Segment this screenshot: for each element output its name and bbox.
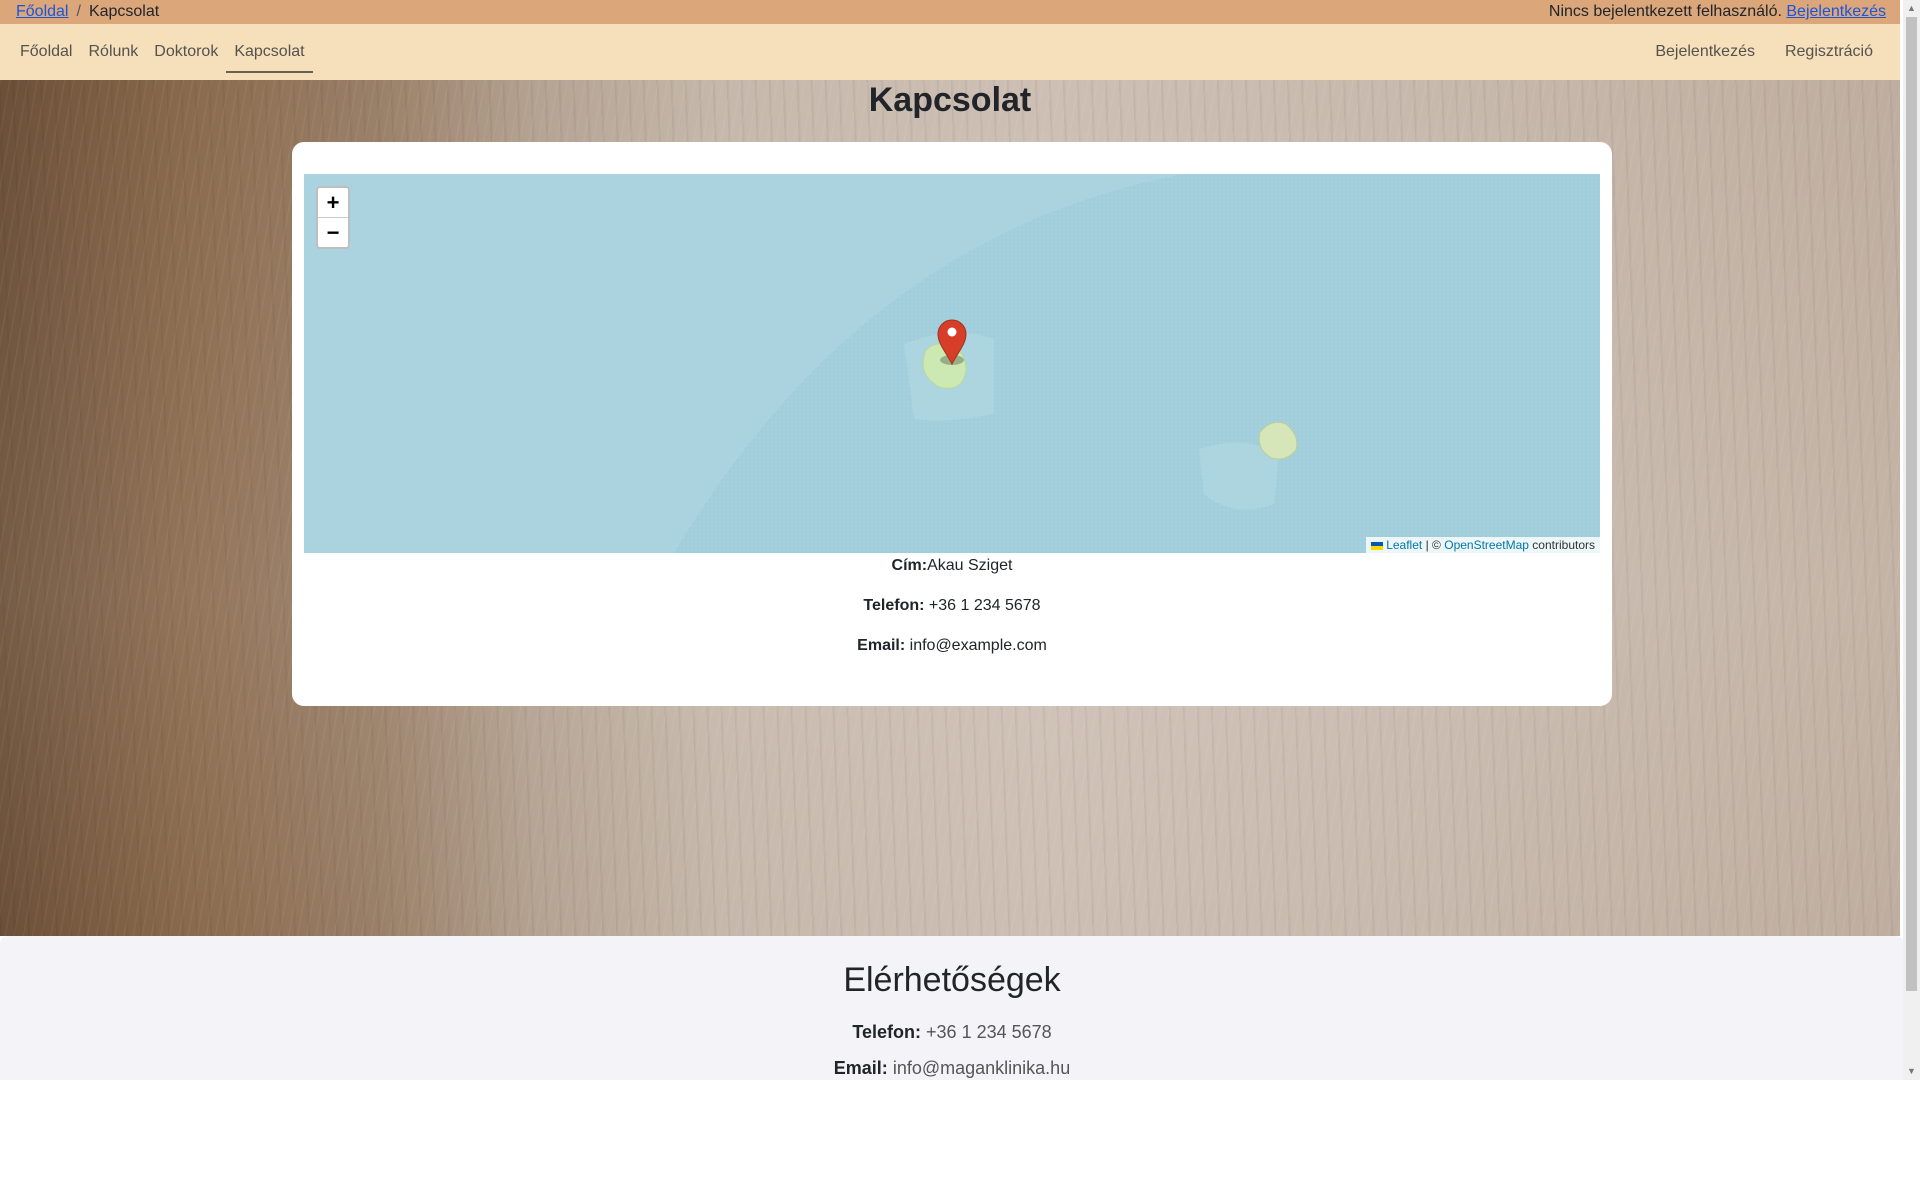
map-view[interactable]: + − Leaflet | © OpenStreetMap contributo… bbox=[304, 174, 1600, 553]
email-line: Email: info@example.com bbox=[292, 636, 1612, 656]
map-tiles bbox=[674, 174, 1600, 553]
scroll-down-arrow-icon[interactable]: ▼ bbox=[1903, 1063, 1920, 1080]
address-value: Akau Sziget bbox=[927, 557, 1013, 574]
user-status: Nincs bejelentkezett felhasználó. Bejele… bbox=[1549, 0, 1886, 24]
contact-card: + − Leaflet | © OpenStreetMap contributo… bbox=[292, 142, 1612, 706]
breadcrumb: Főoldal / Kapcsolat bbox=[16, 0, 159, 24]
address-line: Cím:Akau Sziget bbox=[292, 556, 1612, 576]
page-title: Kapcsolat bbox=[868, 81, 1032, 119]
footer-title: Elérhetőségek bbox=[843, 961, 1061, 999]
leaflet-link[interactable]: Leaflet bbox=[1386, 538, 1422, 552]
breadcrumb-home-link[interactable]: Főoldal bbox=[16, 3, 68, 20]
nav-login-button[interactable]: Bejelentkezés bbox=[1640, 24, 1770, 80]
nav-left: Főoldal Rólunk Doktorok Kapcsolat bbox=[12, 24, 313, 80]
footer-phone-line: Telefon: +36 1 234 5678 bbox=[0, 1020, 1904, 1044]
osm-link[interactable]: OpenStreetMap bbox=[1444, 538, 1529, 552]
top-login-link[interactable]: Bejelentkezés bbox=[1786, 3, 1886, 20]
attribution-separator: | bbox=[1425, 538, 1429, 552]
page-scrollbar[interactable]: ▲ ▼ bbox=[1903, 0, 1920, 1080]
top-bar: Főoldal / Kapcsolat Nincs bejelentkezett f… bbox=[0, 0, 1900, 24]
ukraine-flag-icon bbox=[1371, 541, 1384, 550]
attribution-contributors: contributors bbox=[1532, 538, 1595, 552]
nav-right: Bejelentkezés Regisztráció bbox=[1640, 24, 1888, 80]
nav-item-home[interactable]: Főoldal bbox=[12, 24, 80, 80]
address-label: Cím: bbox=[891, 557, 928, 574]
nav-item-contact[interactable]: Kapcsolat bbox=[226, 24, 313, 80]
phone-label: Telefon: bbox=[863, 597, 925, 614]
phone-line: Telefon: +36 1 234 5678 bbox=[292, 596, 1612, 616]
scrollbar-thumb[interactable] bbox=[1906, 17, 1917, 991]
footer: Elérhetőségek Telefon: +36 1 234 5678 Em… bbox=[0, 936, 1904, 1080]
nav-item-about[interactable]: Rólunk bbox=[80, 24, 146, 80]
scroll-up-arrow-icon[interactable]: ▲ bbox=[1903, 0, 1920, 17]
breadcrumb-separator: / bbox=[76, 3, 81, 20]
footer-email-line: Email: info@maganklinika.hu bbox=[0, 1056, 1904, 1080]
nav-item-doctors[interactable]: Doktorok bbox=[146, 24, 226, 80]
email-label: Email: bbox=[857, 637, 906, 654]
phone-value: +36 1 234 5678 bbox=[928, 597, 1041, 614]
main-navbar: Főoldal Rólunk Doktorok Kapcsolat Bejele… bbox=[0, 24, 1900, 80]
breadcrumb-current: Kapcsolat bbox=[88, 3, 160, 20]
zoom-out-button[interactable]: − bbox=[318, 218, 348, 247]
attribution-copyright: © bbox=[1432, 538, 1441, 552]
zoom-in-button[interactable]: + bbox=[318, 188, 348, 218]
footer-email-label: Email: bbox=[833, 1058, 888, 1078]
deep-water-texture bbox=[674, 174, 1600, 553]
footer-phone-value: +36 1 234 5678 bbox=[926, 1022, 1052, 1042]
map-attribution: Leaflet | © OpenStreetMap contributors bbox=[1366, 537, 1600, 553]
email-value: info@example.com bbox=[909, 637, 1047, 654]
user-status-text: Nincs bejelentkezett felhasználó. bbox=[1548, 3, 1782, 20]
zoom-control: + − bbox=[316, 186, 350, 249]
nav-register-button[interactable]: Regisztráció bbox=[1770, 24, 1888, 80]
footer-phone-label: Telefon: bbox=[852, 1022, 922, 1042]
footer-email-value: info@maganklinika.hu bbox=[892, 1058, 1071, 1078]
